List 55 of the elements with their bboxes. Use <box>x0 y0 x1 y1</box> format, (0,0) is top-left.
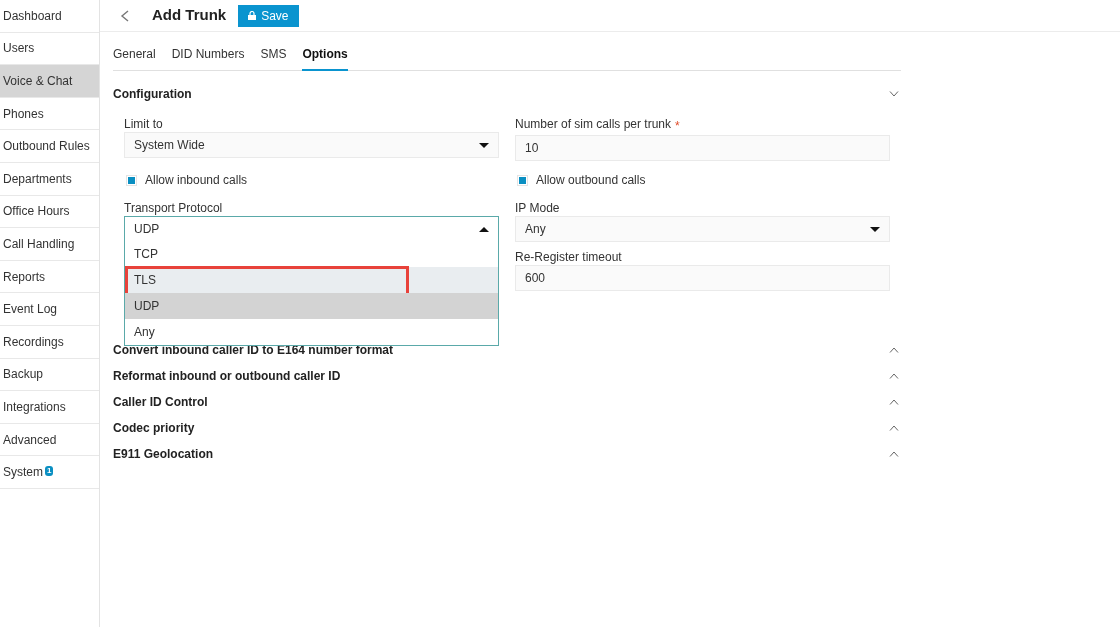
tab[interactable]: DID Numbers <box>171 32 245 71</box>
checkbox[interactable] <box>126 174 137 186</box>
lock-icon <box>248 11 257 20</box>
tab[interactable]: Options <box>302 32 348 71</box>
checkbox[interactable] <box>517 174 528 186</box>
chevron-icon[interactable] <box>889 399 899 405</box>
field-label: Number of sim calls per trunk <box>515 117 672 133</box>
required-mark: * <box>675 118 680 135</box>
chevron-icon[interactable] <box>889 451 899 457</box>
count-badge: 1 <box>45 466 54 477</box>
sidebar-item[interactable]: Phones <box>0 97 99 131</box>
select-field[interactable]: UDP <box>124 216 499 242</box>
sidebar-item[interactable]: Backup <box>0 358 99 392</box>
sidebar-item[interactable]: Departments <box>0 162 99 196</box>
dropdown-option[interactable]: UDP <box>125 293 498 319</box>
sidebar-item[interactable]: Event Log <box>0 293 99 326</box>
sidebar-item[interactable]: Reports <box>0 260 99 294</box>
field-label: IP Mode <box>515 201 561 215</box>
input-field[interactable]: 600 <box>515 265 890 291</box>
sidebar-item[interactable]: System 1 <box>0 456 99 489</box>
section-title[interactable]: Caller ID Control <box>113 393 208 411</box>
sidebar-item[interactable]: Integrations <box>0 391 99 424</box>
dropdown-option[interactable]: Any <box>125 319 498 345</box>
sidebar-item[interactable]: Call Handling <box>0 228 99 261</box>
caret-icon <box>479 226 489 232</box>
field-label: Limit to <box>124 117 164 131</box>
caret-icon <box>870 226 880 232</box>
sidebar-item[interactable]: Outbound Rules <box>0 130 99 163</box>
section-title[interactable]: E911 Geolocation <box>113 445 214 463</box>
sidebar-item[interactable]: Recordings <box>0 325 99 359</box>
sidebar-item[interactable]: Advanced <box>0 423 99 457</box>
chevron-icon[interactable] <box>889 91 899 97</box>
tab[interactable]: General <box>113 32 156 71</box>
checkbox-label: Allow inbound calls <box>145 172 248 189</box>
page-title: Add Trunk <box>152 5 227 26</box>
caret-icon <box>479 142 489 148</box>
sidebar-item[interactable]: Office Hours <box>0 195 99 229</box>
chevron-icon[interactable] <box>889 373 899 379</box>
section-title[interactable]: Reformat inbound or outbound caller ID <box>113 367 341 385</box>
dropdown-option[interactable]: TLS <box>125 267 498 293</box>
sidebar-item[interactable]: Dashboard <box>0 0 99 33</box>
sidebar-item[interactable]: Voice & Chat <box>0 65 99 98</box>
dropdown-option[interactable]: TCP <box>125 241 498 267</box>
back-icon[interactable] <box>120 9 130 22</box>
field-label: Transport Protocol <box>124 201 224 215</box>
section-title[interactable]: Configuration <box>113 85 192 103</box>
chevron-icon[interactable] <box>889 347 899 353</box>
select-field[interactable]: Any <box>515 216 890 242</box>
select-field[interactable]: System Wide <box>124 132 499 158</box>
checkbox-label: Allow outbound calls <box>536 172 646 189</box>
chevron-icon[interactable] <box>889 425 899 431</box>
input-field[interactable]: 10 <box>515 135 890 161</box>
field-label: Re-Register timeout <box>515 250 623 264</box>
section-title[interactable]: Codec priority <box>113 419 195 437</box>
tab[interactable]: SMS <box>260 32 287 71</box>
